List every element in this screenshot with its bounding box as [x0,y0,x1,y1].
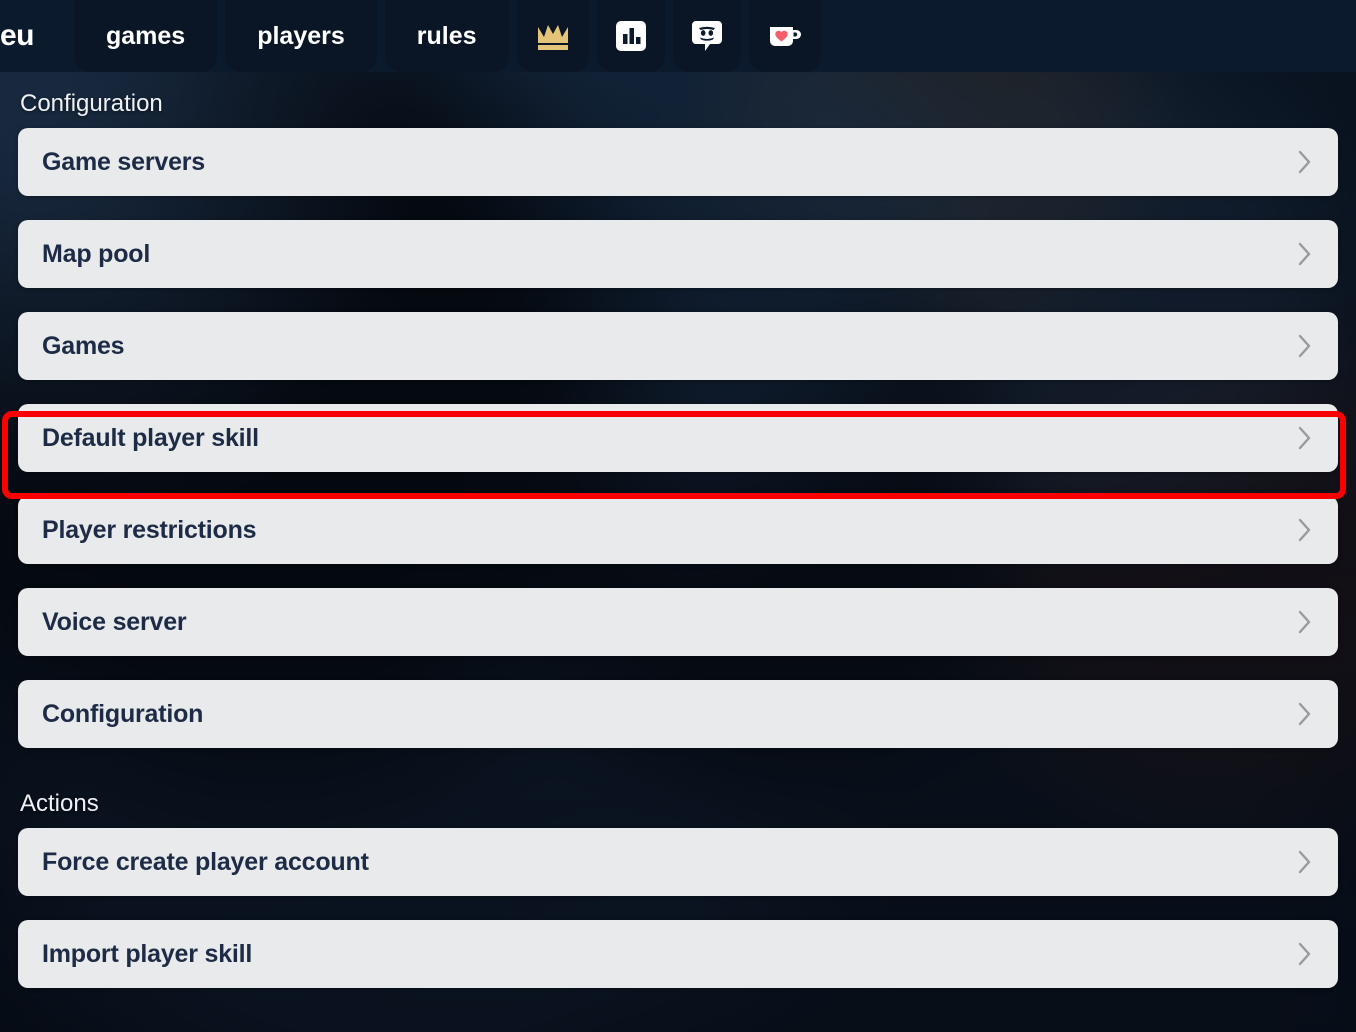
chevron-right-icon [1298,150,1312,174]
nav-tab-leaderboard[interactable] [516,0,589,72]
site-logo[interactable]: eu [0,0,42,72]
nav-tab-stats[interactable] [596,0,665,72]
chevron-right-icon [1298,334,1312,358]
nav-tab-players-label: players [257,21,345,50]
nav-tab-kofi[interactable] [748,0,821,72]
list-item-label: Voice server [42,607,187,636]
section-title-actions: Actions [20,790,99,817]
nav-tab-rules[interactable]: rules [384,0,509,72]
nav-tab-players[interactable]: players [225,0,377,72]
list-item-label: Import player skill [42,939,253,968]
list-item-voice-server[interactable]: Voice server [18,588,1338,656]
list-item-force-create-player-account[interactable]: Force create player account [18,828,1338,896]
list-item-label: Configuration [42,699,204,728]
list-item-label: Default player skill [42,423,259,452]
bar-chart-icon [615,20,647,52]
chevron-right-icon [1298,850,1312,874]
list-item-label: Force create player account [42,847,369,876]
list-item-default-player-skill[interactable]: Default player skill [18,404,1338,472]
list-item-label: Game servers [42,147,206,176]
nav-tab-rules-label: rules [416,21,477,50]
chevron-right-icon [1298,702,1312,726]
chevron-right-icon [1298,242,1312,266]
nav-tab-games-label: games [106,21,186,50]
kofi-coffee-heart-icon [767,22,803,50]
discord-icon [691,20,723,52]
list-item-import-player-skill[interactable]: Import player skill [18,920,1338,988]
chevron-right-icon [1298,518,1312,542]
top-navigation-bar: eu games players rules [0,0,1356,72]
chevron-right-icon [1298,426,1312,450]
chevron-right-icon [1298,942,1312,966]
nav-tab-games[interactable]: games [74,0,218,72]
list-item-configuration[interactable]: Configuration [18,680,1338,748]
actions-item-list: Force create player account Import playe… [0,828,1356,988]
chevron-right-icon [1298,610,1312,634]
list-item-label: Games [42,331,125,360]
admin-settings-panel: Configuration Game servers Map pool Game… [0,72,1356,1032]
nav-tab-discord[interactable] [672,0,741,72]
crown-icon [535,21,571,51]
list-item-label: Player restrictions [42,515,257,544]
list-item-player-restrictions[interactable]: Player restrictions [18,496,1338,564]
list-item-label: Map pool [42,239,151,268]
section-title-configuration: Configuration [20,90,163,117]
configuration-item-list: Game servers Map pool Games Default play… [0,128,1356,748]
list-item-game-servers[interactable]: Game servers [18,128,1338,196]
list-item-games[interactable]: Games [18,312,1338,380]
list-item-map-pool[interactable]: Map pool [18,220,1338,288]
